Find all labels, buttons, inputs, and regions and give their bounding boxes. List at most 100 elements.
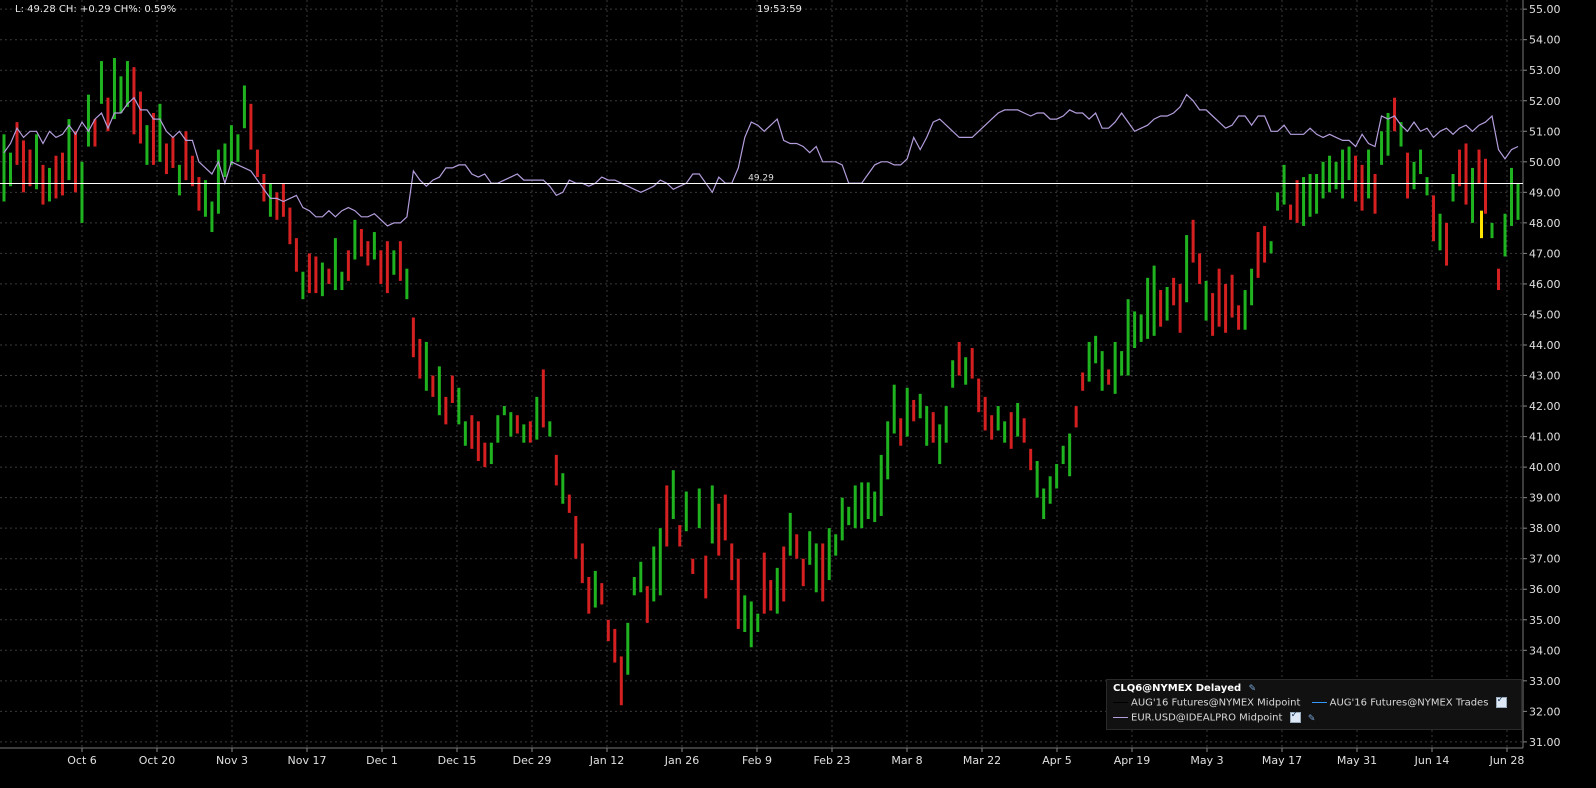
price-bar [866,482,870,520]
price-bar [678,525,682,547]
price-bar [119,76,123,113]
price-bar [1458,149,1462,187]
x-tick-label: Dec 15 [438,754,477,767]
price-bar [1315,174,1319,214]
price-bar [1113,341,1117,394]
price-bar [125,61,129,107]
y-tick-label: 36.00 [1529,583,1561,596]
price-bar [1126,299,1130,376]
price-bar [879,454,883,516]
price-bar [626,622,630,675]
price-bar [892,384,896,434]
price-bar [405,268,409,300]
x-tick-label: Jan 26 [664,754,699,767]
price-bar [756,613,760,632]
x-tick-label: Jun 28 [1489,754,1525,767]
price-bar [457,387,461,425]
price-bar [970,348,974,379]
price-bar [164,143,168,175]
price-bar [567,494,571,513]
price-bar [587,577,591,614]
price-bar [1243,290,1247,330]
legend-swatch-midpoint [1113,702,1128,703]
price-bar [723,494,727,541]
price-bar [1347,146,1351,181]
price-bar [229,125,233,165]
price-bar [665,485,669,547]
price-bar [814,543,818,593]
x-tick-label: Feb 23 [814,754,851,767]
price-bar [639,561,643,593]
price-bar [28,149,32,187]
price-bar [1471,167,1475,223]
y-tick-label: 35.00 [1529,614,1561,627]
x-tick-label: Oct 20 [139,754,176,767]
price-bar [411,317,415,358]
price-bar [1510,167,1514,226]
price-bar [983,396,987,431]
price-bar [1425,177,1429,196]
price-bar [1445,222,1449,266]
y-tick-label: 47.00 [1529,247,1561,260]
price-chart[interactable]: 31.00 32.00 33.00 34.00 35.00 36.00 37.00 38.00… [0,0,1596,788]
eurusd-visible-checkbox[interactable] [1289,710,1301,723]
price-bar [593,570,597,608]
price-bar [736,558,740,629]
price-bar [210,201,214,233]
price-bar [1178,283,1182,333]
y-tick-label: 50.00 [1529,156,1561,169]
price-bar [502,406,506,416]
price-bar [1373,174,1377,214]
price-bar [1360,164,1364,211]
y-tick-label: 41.00 [1529,431,1561,444]
price-bar [307,253,311,294]
price-bar [684,491,688,532]
price-bar [67,119,71,181]
price-bar [216,149,220,214]
price-bar [470,415,474,449]
legend-swatch-eurusd [1113,717,1128,718]
price-bar [444,396,448,425]
chart-legend: CLQ6@NYMEX Delayed ✎ AUG'16 Futures@NYME… [1106,679,1522,730]
price-bar [54,155,58,199]
price-bar [1230,274,1234,318]
pin-icon[interactable]: ✎ [1249,684,1257,694]
price-bar [1022,418,1026,443]
trades-visible-checkbox[interactable] [1495,695,1507,708]
price-bar [652,546,656,602]
x-tick-label: Dec 1 [366,754,398,767]
y-tick-label: 51.00 [1529,125,1561,138]
price-bar [1152,265,1156,336]
price-bar [548,421,552,437]
price-bar [1100,351,1104,391]
price-bar [912,399,916,422]
legend-item-trades: AUG'16 Futures@NYMEX Trades [1329,697,1489,709]
x-tick-label: Mar 8 [891,754,922,767]
price-bar [372,232,376,260]
price-bar [340,271,344,291]
pin-icon[interactable]: ✎ [1308,714,1316,724]
price-bar [613,628,617,663]
price-bar [691,558,695,574]
current-bar [1480,210,1483,239]
x-tick-label: Apr 5 [1042,754,1072,767]
price-bar [788,512,792,556]
price-bar [21,140,25,193]
price-bar [171,137,175,168]
y-tick-label: 40.00 [1529,461,1561,474]
price-bar [671,470,675,520]
price-bar [925,406,929,446]
price-bar [138,91,142,144]
price-bar [288,207,292,245]
price-bar [398,241,402,281]
price-bar [1497,268,1501,291]
price-bar [561,473,565,504]
y-tick-label: 37.00 [1529,553,1561,566]
price-bar [1139,314,1143,342]
price-bar [834,534,838,556]
price-bar [418,338,422,379]
price-bar [658,528,662,596]
price-bar [1165,286,1169,321]
price-bar [301,271,305,300]
x-tick-label: Nov 17 [288,754,327,767]
